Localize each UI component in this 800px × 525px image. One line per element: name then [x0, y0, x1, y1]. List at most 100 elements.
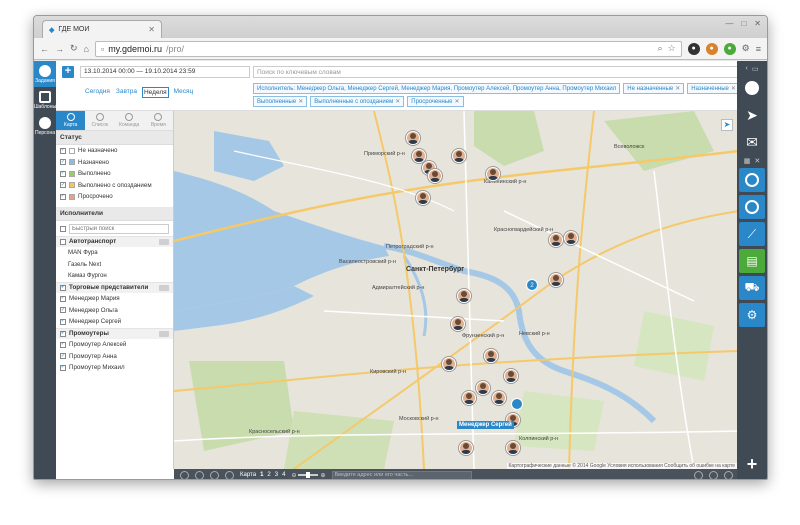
back-icon[interactable]: ← — [40, 44, 49, 54]
checkbox[interactable]: ✓ — [60, 284, 66, 291]
executor-map-pin[interactable] — [452, 149, 466, 163]
executor-map-pin[interactable] — [486, 167, 500, 181]
executor-item[interactable]: Газель Next — [56, 259, 173, 271]
nav-item-personnel[interactable]: Персона — [34, 113, 56, 139]
executor-map-pin[interactable] — [476, 381, 490, 395]
executor-map-pin[interactable] — [492, 391, 506, 405]
map-page[interactable]: 3 — [275, 472, 278, 478]
executor-map-pin[interactable] — [564, 231, 578, 245]
nav-item-tasks[interactable]: Задания — [34, 61, 56, 87]
executor-item[interactable]: ✓ Менеджер Ольга — [56, 305, 173, 317]
remove-chip-icon[interactable]: ✕ — [675, 86, 680, 92]
menu-icon[interactable] — [180, 470, 189, 479]
tasks-button[interactable]: ▤ — [739, 249, 765, 273]
keyword-search-input[interactable] — [253, 66, 763, 78]
period-month[interactable]: Месяц — [173, 87, 195, 98]
profile-button[interactable] — [739, 76, 765, 100]
status-filter-row[interactable]: ✓ Выполнено с опозданием — [56, 180, 173, 192]
status-filter-row[interactable]: ✓ Назначено — [56, 157, 173, 169]
tab-time[interactable]: Время — [144, 111, 173, 130]
executor-map-pin[interactable] — [406, 131, 420, 145]
executor-map-pin[interactable] — [442, 357, 456, 371]
chat-icon[interactable]: ▭ — [752, 65, 759, 73]
messages-button[interactable]: ✉ — [739, 130, 765, 154]
executor-map-pin[interactable] — [462, 391, 476, 405]
home-icon[interactable] — [694, 470, 703, 479]
minimize-icon[interactable]: — — [725, 19, 733, 28]
status-filter-row[interactable]: ✓ Выполнено — [56, 168, 173, 180]
locate-arrow-icon[interactable]: ➤ — [721, 119, 733, 131]
gear-icon[interactable]: ⚙ — [742, 43, 750, 54]
checkbox[interactable]: ✓ — [60, 193, 66, 200]
address-search-input[interactable] — [331, 470, 472, 479]
checkbox[interactable]: ✓ — [60, 182, 66, 189]
checkbox[interactable]: ✓ — [60, 364, 66, 371]
executor-map-pin[interactable] — [451, 317, 465, 331]
executor-map-pin[interactable] — [549, 273, 563, 287]
filter-chip[interactable]: Выполненные с опозданием ✕ — [310, 96, 405, 107]
executor-item[interactable]: MAN Фура — [56, 247, 173, 259]
executor-map-pin[interactable] — [416, 191, 430, 205]
transport-button[interactable]: ⛟ — [739, 276, 765, 300]
remove-chip-icon[interactable]: ✕ — [298, 99, 303, 105]
remove-chip-icon[interactable]: ✕ — [395, 99, 400, 105]
add-icon[interactable]: + — [747, 454, 758, 475]
globe-button[interactable] — [739, 168, 765, 192]
quick-search-input[interactable] — [69, 223, 169, 234]
remove-chip-icon[interactable]: ✕ — [731, 86, 736, 92]
map-view[interactable]: Приморский р-н Калининский р-н Всеволожс… — [174, 111, 739, 469]
layers-icon[interactable] — [195, 470, 204, 479]
map-page[interactable]: 4 — [282, 472, 285, 478]
navigation-button[interactable]: ➤ — [739, 103, 765, 127]
settings-button[interactable]: ⚙ — [739, 303, 765, 327]
layout-icon[interactable]: ▦ — [744, 157, 751, 165]
executor-item[interactable]: Камаз Фургон — [56, 270, 173, 282]
menu-icon[interactable]: ≡ — [756, 44, 761, 54]
map-pin-button[interactable] — [739, 195, 765, 219]
group-toggle[interactable] — [159, 238, 169, 245]
chart-button[interactable]: ⟋ — [739, 222, 765, 246]
filter-chip[interactable]: Не назначенные ✕ — [623, 83, 685, 94]
executor-map-pin[interactable] — [428, 169, 442, 183]
checkbox[interactable]: ✓ — [60, 159, 66, 166]
extension-icon[interactable]: ● — [723, 42, 736, 55]
checkbox[interactable]: ✓ — [60, 341, 66, 348]
map-page[interactable]: 1 — [260, 472, 263, 478]
add-task-button[interactable]: + — [62, 66, 74, 78]
checkbox[interactable]: ✓ — [60, 295, 66, 302]
filter-chip[interactable]: Выполненные ✕ — [253, 96, 308, 107]
browser-tab[interactable]: ◆ ГДЕ МОИ ✕ — [42, 20, 162, 38]
executor-item[interactable]: ✓ Менеджер Мария — [56, 293, 173, 305]
map-cluster-marker[interactable] — [511, 398, 523, 410]
zoom-out-icon[interactable]: ⊖ — [291, 472, 296, 479]
marker-icon[interactable] — [225, 470, 234, 479]
extension-icon[interactable]: ● — [687, 42, 700, 55]
address-bar[interactable]: ▫ my.gdemoi.ru/pro/ ⌕ ☆ — [94, 40, 682, 57]
executor-map-pin[interactable] — [504, 369, 518, 383]
executor-map-pin[interactable] — [484, 349, 498, 363]
settings-icon[interactable] — [724, 470, 733, 479]
date-range-field[interactable]: 13.10.2014 00:00 — 19.10.2014 23:59 — [80, 66, 250, 78]
home-icon[interactable]: ⌂ — [84, 44, 89, 54]
close-icon[interactable]: ✕ — [148, 25, 155, 34]
checkbox[interactable]: ✓ — [60, 147, 66, 154]
reload-icon[interactable]: ↻ — [70, 43, 78, 54]
select-all-checkbox[interactable] — [60, 225, 66, 232]
checkbox[interactable]: ✓ — [60, 307, 66, 314]
executor-item[interactable]: ✓ Промоутер Анна — [56, 351, 173, 363]
period-today[interactable]: Сегодня — [84, 87, 111, 98]
checkbox[interactable]: ✓ — [60, 170, 66, 177]
executor-map-pin[interactable] — [457, 289, 471, 303]
status-filter-row[interactable]: ✓ Не назначено — [56, 145, 173, 157]
maximize-icon[interactable]: □ — [741, 19, 746, 28]
bookmark-star-icon[interactable]: ☆ — [668, 43, 676, 54]
bookmark-icon[interactable] — [709, 470, 718, 479]
period-tomorrow[interactable]: Завтра — [115, 87, 138, 98]
zoom-in-icon[interactable]: ⊕ — [320, 472, 325, 479]
map-page[interactable]: 2 — [267, 472, 270, 478]
group-toggle[interactable] — [159, 284, 169, 291]
period-week[interactable]: Неделя — [141, 87, 169, 98]
zoom-icon[interactable]: ⌕ — [658, 43, 663, 54]
tab-team[interactable]: Команда — [115, 111, 144, 130]
nav-item-templates[interactable]: Шаблоны — [34, 87, 56, 113]
